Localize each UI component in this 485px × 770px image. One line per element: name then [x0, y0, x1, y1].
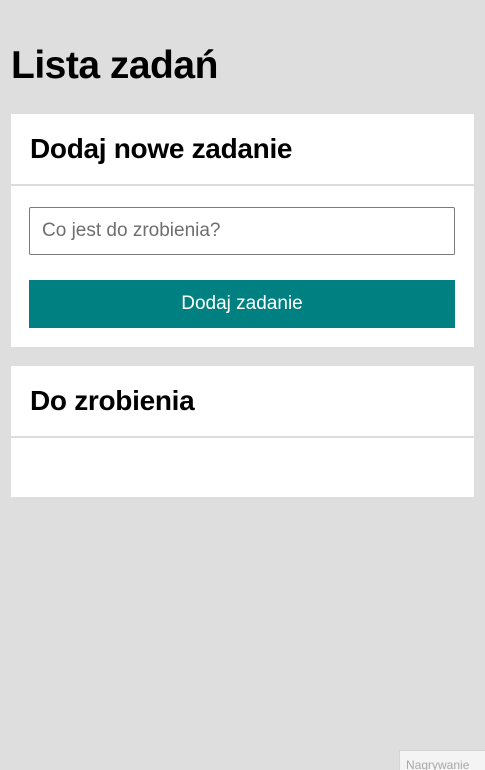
task-input[interactable] [29, 207, 455, 255]
todo-card: Do zrobienia [11, 366, 474, 497]
todo-card-header: Do zrobienia [11, 366, 474, 438]
add-task-button[interactable]: Dodaj zadanie [29, 280, 455, 328]
add-task-card: Dodaj nowe zadanie Dodaj zadanie [11, 114, 474, 347]
recording-badge: Nagrywanie [399, 750, 485, 770]
todo-list [11, 438, 474, 497]
add-task-card-header: Dodaj nowe zadanie [11, 114, 474, 186]
add-task-heading: Dodaj nowe zadanie [30, 133, 293, 164]
page-title: Lista zadań [11, 44, 218, 87]
todo-heading: Do zrobienia [30, 385, 195, 416]
